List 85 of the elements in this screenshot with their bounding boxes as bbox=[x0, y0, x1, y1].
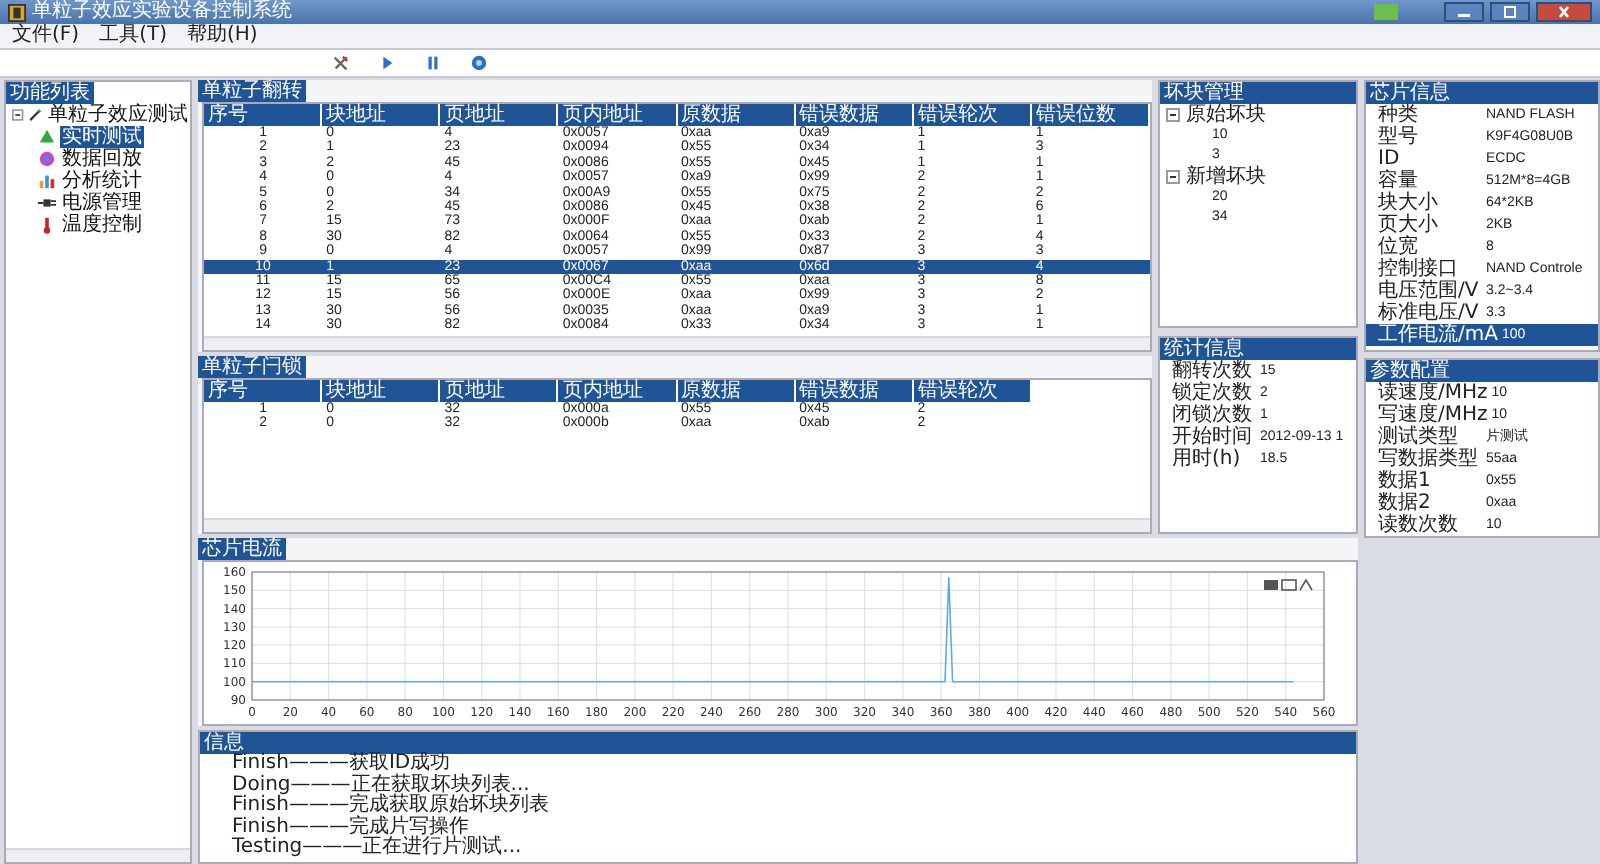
column-header[interactable]: 页内地址 bbox=[558, 380, 677, 402]
plug-icon bbox=[38, 194, 56, 212]
column-header[interactable]: 页内地址 bbox=[558, 104, 677, 126]
column-header[interactable]: 错误轮次 bbox=[913, 380, 1032, 402]
property-name: 种类 bbox=[1378, 104, 1420, 126]
property-name: 翻转次数 bbox=[1172, 361, 1254, 381]
log-line: Finish———完成获取原始坏块列表 bbox=[232, 796, 551, 816]
log-line: Finish———完成片写操作 bbox=[232, 817, 469, 837]
property-name: 测试类型 bbox=[1378, 426, 1458, 448]
property-name: 控制接口 bbox=[1378, 258, 1460, 280]
column-header[interactable]: 错误数据 bbox=[795, 380, 914, 402]
close-icon bbox=[1554, 4, 1574, 20]
tree-item[interactable]: 新增坏块 bbox=[1186, 167, 1270, 187]
column-header[interactable]: 原数据 bbox=[677, 380, 796, 402]
menu-item[interactable]: 帮助(H) bbox=[186, 24, 258, 48]
column-header[interactable]: 原数据 bbox=[677, 104, 796, 126]
panel-title: 芯片电流 bbox=[198, 538, 286, 560]
panel-title: 单粒子翻转 bbox=[198, 80, 306, 102]
column-header[interactable]: 页地址 bbox=[440, 104, 559, 126]
property-name: 数据1 bbox=[1378, 470, 1433, 492]
property-name: 数据2 bbox=[1378, 492, 1433, 514]
property-name: 闭锁次数 bbox=[1172, 405, 1254, 425]
menu-item[interactable]: 工具(T) bbox=[99, 24, 167, 48]
close-button[interactable] bbox=[1536, 2, 1592, 22]
tree-item[interactable]: 原始坏块 bbox=[1186, 105, 1270, 125]
tools-icon[interactable] bbox=[332, 54, 350, 72]
property-name: 块大小 bbox=[1378, 192, 1440, 214]
tree-item[interactable]: 分析统计 bbox=[60, 170, 144, 192]
horizontal-scrollbar[interactable] bbox=[204, 336, 1150, 350]
stats-icon bbox=[38, 172, 56, 190]
column-header[interactable]: 块地址 bbox=[322, 380, 441, 402]
minimize-button[interactable] bbox=[1444, 2, 1484, 22]
panel-title: 单粒子闩锁 bbox=[198, 356, 306, 378]
panel-title: 统计信息 bbox=[1160, 338, 1356, 360]
status-icon bbox=[1374, 4, 1398, 20]
tree-item[interactable]: 实时测试 bbox=[60, 126, 144, 148]
property-name: 标准电压/V bbox=[1378, 302, 1481, 324]
app-icon bbox=[8, 3, 26, 21]
property-name: 页大小 bbox=[1378, 214, 1440, 236]
play-icon[interactable] bbox=[378, 54, 396, 72]
horizontal-scrollbar[interactable] bbox=[6, 848, 190, 862]
property-name: 读速度/MHz bbox=[1378, 382, 1488, 404]
collapse-icon[interactable] bbox=[12, 108, 24, 122]
property-name: 读数次数 bbox=[1378, 514, 1460, 536]
maximize-icon bbox=[1500, 4, 1520, 20]
column-header[interactable]: 错误位数 bbox=[1031, 104, 1150, 126]
property-name: 锁定次数 bbox=[1172, 383, 1254, 403]
maximize-button[interactable] bbox=[1490, 2, 1530, 22]
property-name: 用时(h) bbox=[1172, 449, 1241, 469]
log-line: Testing———正在进行片测试... bbox=[232, 838, 524, 859]
property-name: 工作电流/mA bbox=[1378, 324, 1498, 346]
panel-title: 参数配置 bbox=[1366, 360, 1598, 382]
property-name: 容量 bbox=[1378, 170, 1418, 192]
tree-item[interactable]: 电源管理 bbox=[60, 192, 144, 214]
panel-title: 坏块管理 bbox=[1160, 82, 1356, 104]
zoom-tools-icon[interactable] bbox=[1264, 578, 1313, 591]
property-name: 位宽 bbox=[1378, 236, 1418, 258]
property-name: 开始时间 bbox=[1172, 427, 1254, 447]
menu-item[interactable]: 文件(F) bbox=[12, 24, 80, 48]
property-name: 写数据类型 bbox=[1378, 448, 1480, 470]
column-header[interactable]: 错误数据 bbox=[795, 104, 914, 126]
log-line: Doing———正在获取坏块列表... bbox=[232, 775, 530, 795]
horizontal-scrollbar[interactable] bbox=[204, 518, 1150, 532]
tree-item[interactable]: 单粒子效应测试 bbox=[46, 104, 190, 126]
column-header[interactable]: 块地址 bbox=[322, 104, 441, 126]
tree-item[interactable]: 数据回放 bbox=[60, 148, 144, 170]
property-name: 电压范围/V bbox=[1378, 280, 1481, 302]
property-name: ID bbox=[1378, 148, 1402, 170]
panel-title: 芯片信息 bbox=[1366, 82, 1598, 104]
panel-title: 信息 bbox=[200, 732, 1356, 754]
column-header[interactable]: 错误轮次 bbox=[913, 104, 1032, 126]
log-line: Finish———获取ID成功 bbox=[232, 754, 451, 774]
tree-item[interactable]: 温度控制 bbox=[60, 214, 144, 236]
property-name: 写速度/MHz bbox=[1378, 404, 1488, 426]
property-name: 型号 bbox=[1378, 126, 1420, 148]
panel-title: 功能列表 bbox=[6, 82, 94, 104]
collapse-icon[interactable] bbox=[1166, 108, 1180, 122]
column-header[interactable]: 序号 bbox=[204, 104, 323, 126]
pencil-icon bbox=[27, 106, 42, 124]
collapse-icon[interactable] bbox=[1166, 170, 1180, 184]
tree-icon bbox=[38, 128, 56, 146]
thermometer-icon bbox=[38, 216, 56, 234]
column-header[interactable]: 页地址 bbox=[440, 380, 559, 402]
column-header[interactable]: 序号 bbox=[204, 380, 323, 402]
pause-icon[interactable] bbox=[424, 54, 442, 72]
